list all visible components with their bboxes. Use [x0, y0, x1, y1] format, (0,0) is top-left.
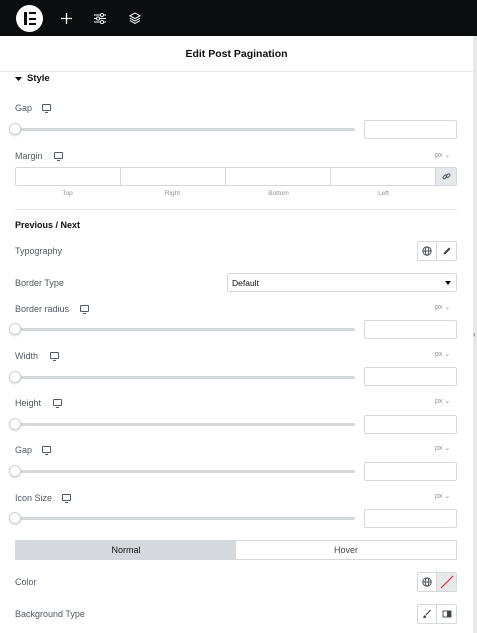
margin-unit-label: px [435, 152, 443, 159]
no-color-icon [440, 575, 453, 589]
plus-icon[interactable] [57, 9, 75, 27]
gradient-icon [442, 610, 451, 618]
panel-resize-handle[interactable]: ‹ [473, 330, 476, 339]
margin-top-input[interactable] [16, 168, 121, 185]
gap-slider-thumb[interactable] [9, 465, 21, 477]
background-gradient-button[interactable] [437, 604, 457, 624]
gap-slider-thumb[interactable] [9, 123, 21, 135]
desktop-icon[interactable] [42, 104, 51, 113]
style-section-title: Style [27, 73, 50, 84]
margin-unit-select[interactable]: px ⌄ [435, 151, 450, 159]
background-classic-button[interactable] [417, 604, 437, 624]
height-slider-thumb[interactable] [9, 418, 21, 430]
pencil-icon [443, 247, 450, 255]
color-label: Color [15, 577, 37, 587]
icon-size-label: Icon Size [15, 493, 53, 503]
icon-size-input[interactable] [364, 509, 457, 528]
global-typography-button[interactable] [417, 241, 437, 261]
desktop-icon[interactable] [42, 446, 51, 455]
icon-size-slider-track[interactable] [15, 517, 355, 520]
global-color-button[interactable] [417, 572, 437, 592]
width-slider-track[interactable] [15, 376, 355, 379]
chevron-down-icon [445, 281, 451, 285]
icon-size-unit-select[interactable]: px ⌄ [435, 492, 450, 500]
height-input[interactable] [364, 415, 457, 434]
height-unit-select[interactable]: px ⌄ [435, 397, 450, 405]
elementor-logo-icon[interactable] [16, 5, 43, 32]
border-radius-unit-label: px [435, 304, 443, 311]
width-input[interactable] [364, 367, 457, 386]
border-type-label: Border Type [15, 278, 64, 288]
tab-normal[interactable]: Normal [16, 541, 236, 559]
background-type-label: Background Type [15, 609, 85, 619]
gap-slider-track[interactable] [15, 128, 355, 131]
icon-size-unit-label: px [435, 493, 443, 500]
margin-top-label: Top [62, 190, 73, 197]
width-unit-select[interactable]: px ⌄ [435, 350, 450, 358]
desktop-icon[interactable] [54, 152, 63, 161]
caret-down-icon [15, 76, 22, 81]
brush-icon [423, 609, 431, 619]
desktop-icon[interactable] [50, 352, 59, 361]
height-label: Height [15, 398, 42, 408]
style-section-toggle[interactable]: Style [15, 73, 50, 84]
height-unit-label: px [435, 398, 443, 405]
tab-hover[interactable]: Hover [236, 541, 456, 559]
gap-unit-label: px [435, 445, 443, 452]
margin-right-input[interactable] [121, 168, 226, 185]
border-type-value: Default [232, 278, 259, 288]
top-bar [0, 0, 477, 36]
gap-input[interactable] [364, 120, 457, 139]
icon-size-slider-thumb[interactable] [9, 512, 21, 524]
margin-label: Margin [15, 151, 43, 161]
prev-next-heading: Previous / Next [15, 220, 81, 230]
globe-icon [422, 246, 432, 256]
margin-left-label: Left [378, 190, 389, 197]
border-radius-slider-track[interactable] [15, 328, 355, 331]
gap-slider-track[interactable] [15, 470, 355, 473]
desktop-icon[interactable] [80, 305, 89, 314]
gap-unit-select[interactable]: px ⌄ [435, 444, 450, 452]
margin-dimensions [15, 167, 457, 186]
border-radius-label: Border radius [15, 304, 70, 314]
panel-header: Edit Post Pagination [0, 36, 473, 72]
panel-title: Edit Post Pagination [185, 47, 288, 60]
link-icon [442, 173, 450, 180]
sliders-icon[interactable] [91, 9, 109, 27]
gap-label: Gap [15, 445, 33, 455]
width-label: Width [15, 351, 39, 361]
height-slider-track[interactable] [15, 423, 355, 426]
desktop-icon[interactable] [53, 399, 62, 408]
border-radius-input[interactable] [364, 320, 457, 339]
border-type-select[interactable]: Default [227, 273, 457, 292]
link-values-button[interactable] [436, 168, 456, 185]
desktop-icon[interactable] [62, 494, 71, 503]
edit-typography-button[interactable] [437, 241, 457, 261]
border-radius-slider-thumb[interactable] [9, 323, 21, 335]
width-unit-label: px [435, 351, 443, 358]
typography-label: Typography [15, 246, 63, 256]
globe-icon [422, 577, 432, 587]
gap-input[interactable] [364, 462, 457, 481]
margin-bottom-label: Bottom [268, 190, 289, 197]
margin-bottom-input[interactable] [226, 168, 331, 185]
color-picker-button[interactable] [437, 572, 457, 592]
section-divider [15, 209, 457, 210]
margin-right-label: Right [164, 190, 181, 197]
border-radius-unit-select[interactable]: px ⌄ [435, 303, 450, 311]
width-slider-thumb[interactable] [9, 371, 21, 383]
state-tabs: Normal Hover [15, 540, 457, 560]
margin-left-input[interactable] [331, 168, 436, 185]
layers-icon[interactable] [126, 9, 144, 27]
gap-label: Gap [15, 103, 33, 113]
